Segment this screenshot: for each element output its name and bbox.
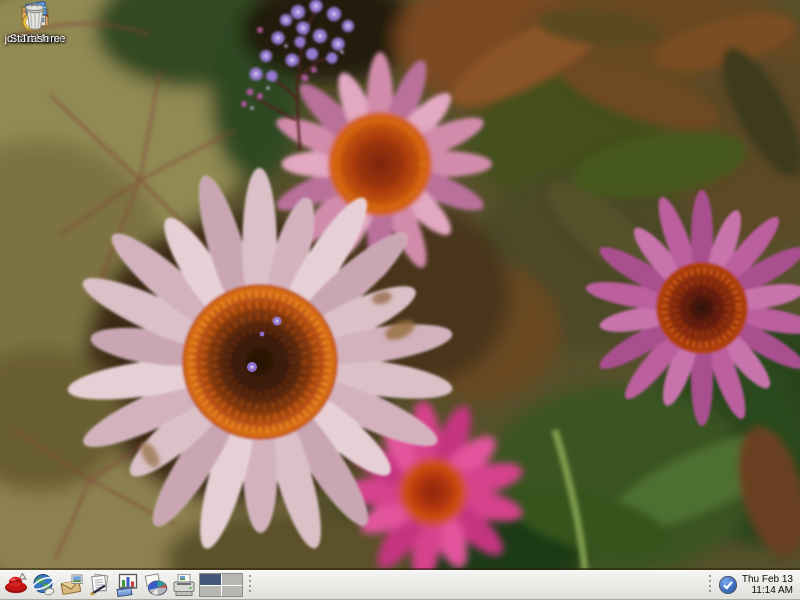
- presentation-pie-icon: [143, 572, 169, 598]
- update-check-icon: [718, 575, 738, 595]
- email-envelope-icon: [59, 572, 85, 598]
- launcher-spreadsheet[interactable]: [114, 572, 142, 599]
- bottom-panel: Thu Feb 13 11:14 AM: [0, 570, 800, 600]
- workspace-2[interactable]: [222, 574, 243, 585]
- workspace-switcher: [199, 573, 243, 597]
- launcher-email[interactable]: [58, 572, 86, 599]
- launcher-web-browser[interactable]: [30, 572, 58, 599]
- printer-icon: [171, 572, 197, 598]
- desktop-icon-label: Trash: [21, 33, 49, 45]
- desktop-icon-trash[interactable]: Trash: [0, 0, 70, 45]
- workspace-4[interactable]: [222, 586, 243, 597]
- workspace-1[interactable]: [200, 574, 221, 585]
- applet-drag-handle[interactable]: [246, 574, 253, 596]
- word-processor-icon: [87, 572, 113, 598]
- launcher-word-processor[interactable]: [86, 572, 114, 599]
- clock-date: Thu Feb 13: [742, 574, 793, 585]
- applet-drag-handle[interactable]: [707, 574, 714, 596]
- workspace-3[interactable]: [200, 586, 221, 597]
- wallpaper-image: [0, 0, 800, 570]
- launcher-presentation[interactable]: [142, 572, 170, 599]
- web-browser-globe-icon: [31, 572, 57, 598]
- desktop-screen: john's Home Start Here: [0, 0, 800, 600]
- clock-time: 11:14 AM: [742, 585, 793, 596]
- launcher-main-menu[interactable]: [2, 572, 30, 599]
- update-notification[interactable]: [717, 574, 739, 596]
- wallpaper-flowers-graphic: [0, 0, 800, 570]
- clock-applet[interactable]: Thu Feb 13 11:14 AM: [739, 574, 798, 596]
- red-hat-icon: [3, 572, 29, 598]
- launcher-print-manager[interactable]: [170, 572, 198, 599]
- trash-icon: [19, 0, 51, 32]
- spreadsheet-chart-icon: [115, 572, 141, 598]
